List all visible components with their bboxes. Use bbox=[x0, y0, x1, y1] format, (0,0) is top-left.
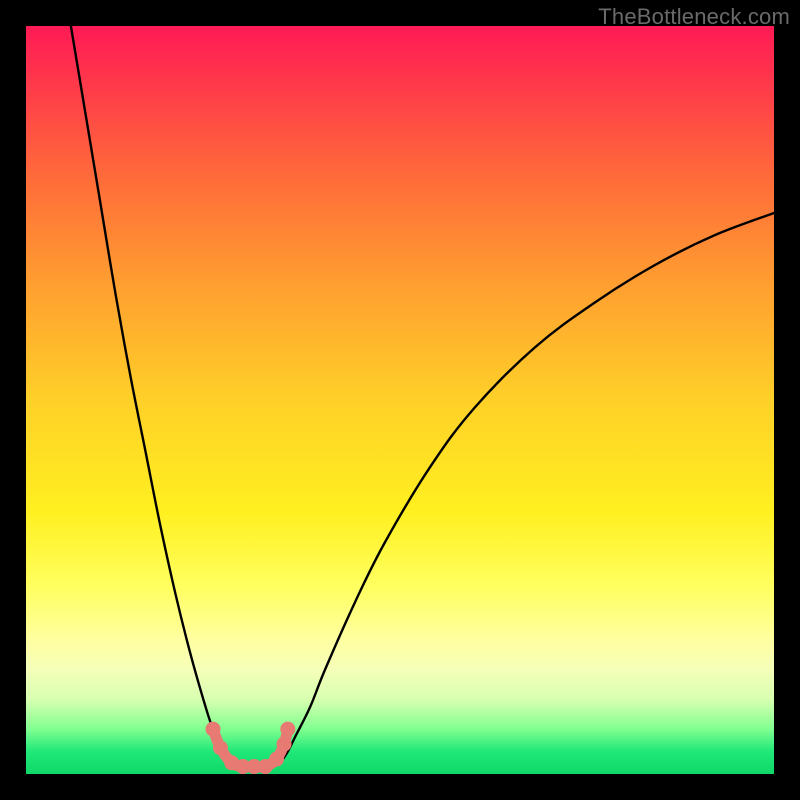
curve-left-branch bbox=[71, 26, 236, 763]
trough-dot bbox=[277, 737, 292, 752]
trough-dot bbox=[280, 722, 295, 737]
watermark-text: TheBottleneck.com bbox=[598, 4, 790, 30]
outer-frame: TheBottleneck.com bbox=[0, 0, 800, 800]
trough-dot bbox=[206, 722, 221, 737]
curve-right-branch bbox=[280, 213, 774, 763]
trough-dot bbox=[213, 740, 228, 755]
trough-dot bbox=[269, 752, 284, 767]
chart-svg bbox=[26, 26, 774, 774]
trough-dots-group bbox=[206, 722, 296, 774]
plot-area bbox=[26, 26, 774, 774]
